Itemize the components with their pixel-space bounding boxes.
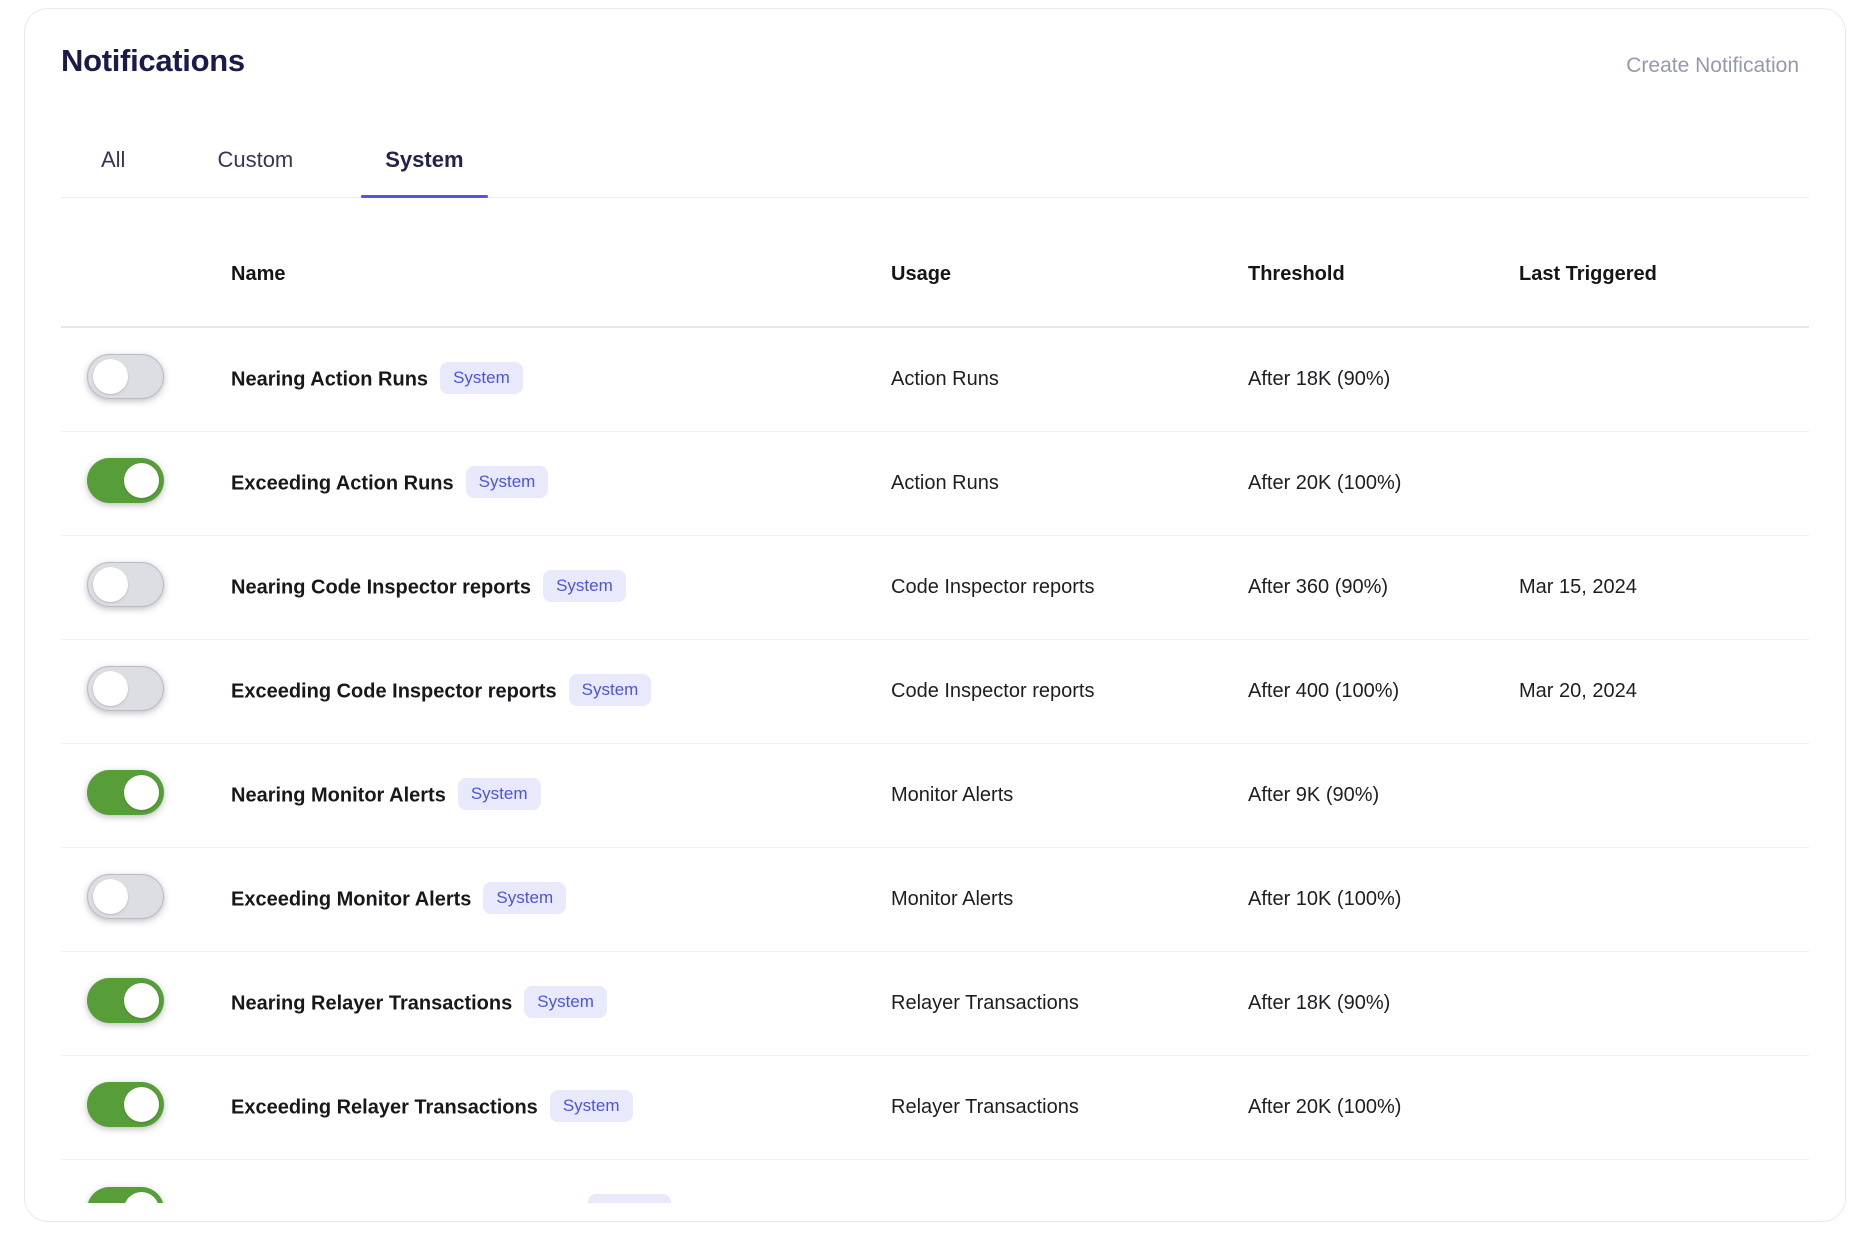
- notification-name: Exceeding Code Inspector reports: [231, 680, 557, 702]
- notification-toggle[interactable]: [87, 458, 164, 503]
- notification-name: Nearing Relayer Transactions: [231, 992, 512, 1014]
- usage-cell: Relayer Transactions: [891, 1096, 1248, 1119]
- notification-name: Exceeding Action Runs: [231, 472, 454, 494]
- tab-bar: All Custom System: [61, 133, 1809, 198]
- toggle-cell: [61, 1187, 231, 1204]
- table-row: Exceeding Code Inspector reports System C…: [61, 640, 1809, 744]
- toggle-knob: [124, 983, 159, 1018]
- toggle-knob: [93, 567, 128, 602]
- toggle-cell: [61, 562, 231, 613]
- notification-name: Nearing Monitor Alerts: [231, 784, 446, 806]
- column-header-usage: Usage: [891, 263, 1248, 286]
- notification-toggle[interactable]: [87, 978, 164, 1023]
- notification-toggle[interactable]: [87, 770, 164, 815]
- table-row: Nearing Monitor Alerts System Monitor Ale…: [61, 744, 1809, 848]
- notification-toggle[interactable]: [87, 1082, 164, 1127]
- threshold-cell: After 360 (90%): [1248, 576, 1519, 599]
- page-title: Notifications: [61, 39, 1809, 83]
- table-row: Nearing Relayer Transactions System Relay…: [61, 952, 1809, 1056]
- create-notification-button[interactable]: Create Notification: [1620, 53, 1805, 79]
- threshold-cell: After 10K (100%): [1248, 888, 1519, 911]
- usage-cell: Action Runs: [891, 368, 1248, 391]
- notification-name: Nearing Code Inspector reports: [231, 576, 531, 598]
- notification-name: Exceeding Relayer Transactions: [231, 1096, 538, 1118]
- notification-name: Nearing Action Runs: [231, 368, 428, 390]
- notification-toggle[interactable]: [87, 354, 164, 399]
- name-cell: Exceeding Relayer Transactions System: [231, 1092, 891, 1124]
- table-row: Nearing Action Runs System Action Runs Af…: [61, 328, 1809, 432]
- toggle-knob: [124, 1087, 159, 1122]
- threshold-cell: After 18K (90%): [1248, 368, 1519, 391]
- threshold-cell: After 20K (100%): [1248, 1096, 1519, 1119]
- usage-cell: Code Inspector reports: [891, 680, 1248, 703]
- threshold-cell: After 9K (90%): [1248, 784, 1519, 807]
- system-badge: System: [440, 362, 523, 394]
- toggle-cell: [61, 666, 231, 717]
- notification-toggle[interactable]: [87, 666, 164, 711]
- name-cell: Nearing Code Inspector reports System: [231, 572, 891, 604]
- tab-all[interactable]: All: [77, 133, 149, 197]
- toggle-cell: [61, 874, 231, 925]
- table-row: Nearing Code Inspector reports System Cod…: [61, 536, 1809, 640]
- system-badge: System: [543, 570, 626, 602]
- name-cell: Nearing Relayer Transactions System: [231, 988, 891, 1020]
- notification-toggle[interactable]: [87, 874, 164, 919]
- column-header-last-triggered: Last Triggered: [1519, 263, 1809, 286]
- column-header-name: Name: [231, 263, 891, 286]
- name-cell: Exceeding Action Runs System: [231, 468, 891, 500]
- notifications-card: Notifications Create Notification All Cu…: [24, 8, 1846, 1222]
- toggle-cell: [61, 978, 231, 1029]
- tab-system[interactable]: System: [361, 133, 487, 197]
- usage-cell: Monitor Alerts: [891, 784, 1248, 807]
- notification-toggle[interactable]: [87, 562, 164, 607]
- table-row: Exceeding Action RunsSystem Action Runs …: [61, 432, 1809, 536]
- toggle-knob: [93, 879, 128, 914]
- notification-name: Exceeding Monitor Alerts: [231, 888, 471, 910]
- name-cell: System: [231, 1196, 891, 1203]
- toggle-knob: [124, 775, 159, 810]
- name-cell: Exceeding Monitor Alerts System: [231, 884, 891, 916]
- system-badge: System: [550, 1090, 633, 1122]
- tab-custom[interactable]: Custom: [193, 133, 317, 197]
- usage-cell: Relayer Transactions: [891, 992, 1248, 1015]
- threshold-cell: After 20K (100%): [1248, 472, 1519, 495]
- toggle-cell: [61, 354, 231, 405]
- toggle-cell: [61, 1082, 231, 1133]
- name-cell: Nearing Monitor Alerts System: [231, 780, 891, 812]
- system-badge: System: [483, 882, 566, 914]
- toggle-knob: [124, 463, 159, 498]
- system-badge: System: [588, 1194, 671, 1203]
- table-row: Exceeding Monitor Alerts System Monitor A…: [61, 848, 1809, 952]
- last-triggered-cell: Mar 15, 2024: [1519, 576, 1809, 599]
- notification-toggle[interactable]: [87, 1187, 164, 1204]
- table-body: Nearing Action Runs System Action Runs Af…: [61, 328, 1809, 1203]
- usage-cell: Code Inspector reports: [891, 576, 1248, 599]
- table-row: Exceeding Relayer Transactions System Rel…: [61, 1056, 1809, 1160]
- toggle-knob: [93, 671, 128, 706]
- toggle-knob: [124, 1192, 159, 1204]
- system-badge: System: [524, 986, 607, 1018]
- usage-cell: Action Runs: [891, 472, 1248, 495]
- table-header: Name Usage Threshold Last Triggered: [61, 198, 1809, 328]
- usage-cell: Monitor Alerts: [891, 888, 1248, 911]
- last-triggered-cell: Mar 20, 2024: [1519, 680, 1809, 703]
- system-badge: System: [466, 466, 549, 498]
- threshold-cell: After 400 (100%): [1248, 680, 1519, 703]
- table-row: System: [61, 1160, 1809, 1203]
- column-header-threshold: Threshold: [1248, 263, 1519, 286]
- toggle-knob: [93, 359, 128, 394]
- toggle-cell: [61, 458, 231, 509]
- name-cell: Exceeding Code Inspector reports System: [231, 676, 891, 708]
- system-badge: System: [458, 778, 541, 810]
- name-cell: Nearing Action Runs System: [231, 364, 891, 396]
- system-badge: System: [569, 674, 652, 706]
- threshold-cell: After 18K (90%): [1248, 992, 1519, 1015]
- toggle-cell: [61, 770, 231, 821]
